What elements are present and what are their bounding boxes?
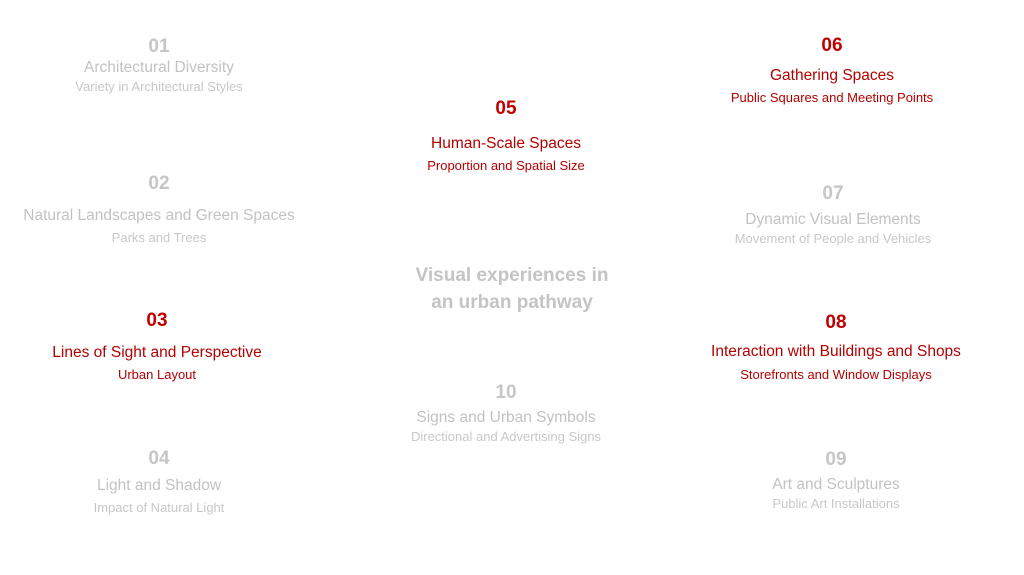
- item-04: 04 Light and Shadow Impact of Natural Li…: [94, 448, 225, 517]
- item-title: Architectural Diversity: [84, 59, 234, 76]
- item-09: 09 Art and Sculptures Public Art Install…: [772, 449, 900, 513]
- item-01: 01 Architectural Diversity Variety in Ar…: [75, 36, 242, 96]
- item-subtitle: Directional and Advertising Signs: [410, 429, 602, 444]
- item-05: 05 Human-Scale Spaces Proportion and Spa…: [427, 98, 585, 175]
- item-title: Light and Shadow: [96, 477, 222, 494]
- item-subtitle: Storefronts and Window Displays: [740, 367, 932, 382]
- item-number: 04: [148, 448, 170, 469]
- item-subtitle: Public Squares and Meeting Points: [730, 90, 934, 105]
- item-subtitle: Parks and Trees: [111, 230, 207, 245]
- item-03: 03 Lines of Sight and Perspective Urban …: [52, 310, 261, 384]
- item-title: Art and Sculptures: [772, 476, 900, 493]
- item-title: Gathering Spaces: [769, 67, 895, 84]
- item-08: 08 Interaction with Buildings and Shops …: [711, 312, 961, 384]
- item-title: Natural Landscapes and Green Spaces: [23, 207, 295, 224]
- item-subtitle: Impact of Natural Light: [93, 500, 225, 515]
- item-number: 07: [822, 183, 844, 204]
- item-number: 05: [495, 98, 517, 119]
- item-06: 06 Gathering Spaces Public Squares and M…: [731, 35, 933, 107]
- item-title: Human-Scale Spaces: [431, 135, 581, 152]
- item-number: 02: [148, 173, 170, 194]
- item-subtitle: Public Art Installations: [772, 496, 900, 511]
- item-02: 02 Natural Landscapes and Green Spaces P…: [23, 173, 294, 247]
- item-number: 10: [495, 382, 517, 403]
- item-subtitle: Movement of People and Vehicles: [734, 231, 932, 246]
- item-number: 08: [825, 312, 847, 333]
- item-07: 07 Dynamic Visual Elements Movement of P…: [735, 183, 932, 248]
- center-title-line-2: an urban pathway: [431, 292, 593, 313]
- item-number: 06: [821, 35, 843, 56]
- center-title-line-1: Visual experiences in: [415, 265, 609, 286]
- item-subtitle: Variety in Architectural Styles: [75, 79, 243, 94]
- item-number: 01: [148, 36, 170, 57]
- item-title: Dynamic Visual Elements: [745, 211, 921, 228]
- center-title: Visual experiences in an urban pathway: [416, 262, 609, 316]
- item-title: Lines of Sight and Perspective: [52, 344, 262, 361]
- item-subtitle: Urban Layout: [117, 367, 197, 382]
- item-title: Signs and Urban Symbols: [416, 409, 596, 426]
- item-number: 09: [825, 449, 847, 470]
- item-number: 03: [146, 310, 168, 331]
- item-10: 10 Signs and Urban Symbols Directional a…: [411, 382, 601, 446]
- item-subtitle: Proportion and Spatial Size: [427, 158, 585, 173]
- item-title: Interaction with Buildings and Shops: [711, 343, 961, 360]
